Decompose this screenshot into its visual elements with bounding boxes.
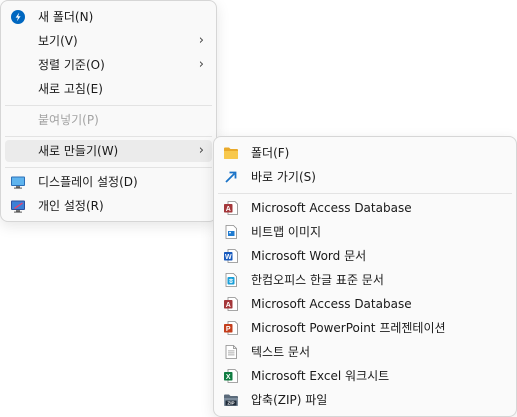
submenu-item-excel-worksheet[interactable]: X Microsoft Excel 워크시트	[218, 365, 512, 387]
submenu-item-label: Microsoft PowerPoint 프레젠테이션	[251, 321, 446, 335]
submenu-item-access-database-2[interactable]: A Microsoft Access Database	[218, 293, 512, 315]
personalize-icon	[11, 200, 25, 213]
menu-item-label: 보기(V)	[38, 34, 78, 48]
menu-separator	[218, 193, 512, 194]
svg-text:A: A	[226, 206, 231, 213]
menu-item-new-folder[interactable]: 새 폴더(N)	[5, 6, 212, 28]
submenu-item-text-document[interactable]: 텍스트 문서	[218, 341, 512, 363]
text-document-icon	[225, 345, 237, 359]
svg-text:W: W	[225, 254, 232, 261]
submenu-item-folder[interactable]: 폴더(F)	[218, 142, 512, 164]
chevron-right-icon: ›	[198, 33, 204, 48]
submenu-item-label: 바로 가기(S)	[251, 170, 316, 184]
display-icon	[11, 176, 25, 189]
menu-item-sort-by[interactable]: 정렬 기준(O) ›	[5, 54, 212, 76]
submenu-item-label: 폴더(F)	[251, 146, 290, 160]
menu-item-display-settings[interactable]: 디스플레이 설정(D)	[5, 171, 212, 193]
bitmap-icon	[225, 225, 237, 239]
svg-text:X: X	[226, 374, 231, 381]
menu-separator	[5, 105, 212, 106]
menu-item-label: 디스플레이 설정(D)	[38, 175, 138, 189]
powerpoint-icon: P	[224, 321, 238, 335]
zip-icon: ZIP	[224, 394, 238, 406]
menu-item-label: 새로 고침(E)	[38, 82, 103, 96]
menu-item-label: 붙여넣기(P)	[38, 113, 99, 127]
menu-separator	[5, 167, 212, 168]
submenu-item-label: Microsoft Access Database	[251, 201, 412, 215]
context-menu: 새 폴더(N) 보기(V) › 정렬 기준(O) › 새로 고침(E) 붙여넣기…	[0, 0, 217, 222]
menu-separator	[5, 136, 212, 137]
word-icon: W	[224, 249, 238, 263]
submenu-item-access-database[interactable]: A Microsoft Access Database	[218, 197, 512, 219]
access-icon: A	[224, 297, 238, 311]
menu-item-refresh[interactable]: 새로 고침(E)	[5, 78, 212, 100]
submenu-item-word-document[interactable]: W Microsoft Word 문서	[218, 245, 512, 267]
svg-text:A: A	[226, 302, 231, 309]
submenu-item-shortcut[interactable]: 바로 가기(S)	[218, 166, 512, 188]
svg-text:P: P	[226, 326, 231, 333]
submenu-item-bitmap[interactable]: 비트맵 이미지	[218, 221, 512, 243]
shortcut-icon	[225, 171, 237, 183]
submenu-item-label: Microsoft Word 문서	[251, 249, 367, 263]
chevron-right-icon: ›	[198, 143, 204, 158]
menu-item-personalize[interactable]: 개인 설정(R)	[5, 195, 212, 217]
access-icon: A	[224, 201, 238, 215]
hwp-icon: ㅎ	[225, 273, 237, 287]
menu-item-label: 새로 만들기(W)	[38, 144, 119, 158]
chevron-right-icon: ›	[198, 57, 204, 72]
svg-text:ㅎ: ㅎ	[228, 277, 234, 285]
svg-text:ZIP: ZIP	[227, 401, 234, 406]
menu-item-label: 정렬 기준(O)	[38, 58, 105, 72]
folder-icon	[224, 147, 238, 159]
submenu-item-hwp-document[interactable]: ㅎ 한컴오피스 한글 표준 문서	[218, 269, 512, 291]
submenu-item-powerpoint[interactable]: P Microsoft PowerPoint 프레젠테이션	[218, 317, 512, 339]
submenu-item-label: 압축(ZIP) 파일	[251, 393, 328, 407]
submenu-item-label: Microsoft Access Database	[251, 297, 412, 311]
menu-item-view[interactable]: 보기(V) ›	[5, 30, 212, 52]
menu-item-label: 새 폴더(N)	[38, 10, 94, 24]
new-folder-icon	[11, 10, 25, 24]
new-submenu: 폴더(F) 바로 가기(S) A Microsoft Access Databa…	[213, 136, 517, 417]
submenu-item-zip[interactable]: ZIP 압축(ZIP) 파일	[218, 389, 512, 411]
submenu-item-label: 한컴오피스 한글 표준 문서	[251, 273, 384, 287]
submenu-item-label: 텍스트 문서	[251, 345, 311, 359]
submenu-item-label: Microsoft Excel 워크시트	[251, 369, 390, 383]
menu-item-label: 개인 설정(R)	[38, 199, 104, 213]
menu-item-new[interactable]: 새로 만들기(W) ›	[5, 140, 212, 162]
excel-icon: X	[224, 369, 238, 383]
submenu-item-label: 비트맵 이미지	[251, 225, 322, 239]
menu-item-paste: 붙여넣기(P)	[5, 109, 212, 131]
